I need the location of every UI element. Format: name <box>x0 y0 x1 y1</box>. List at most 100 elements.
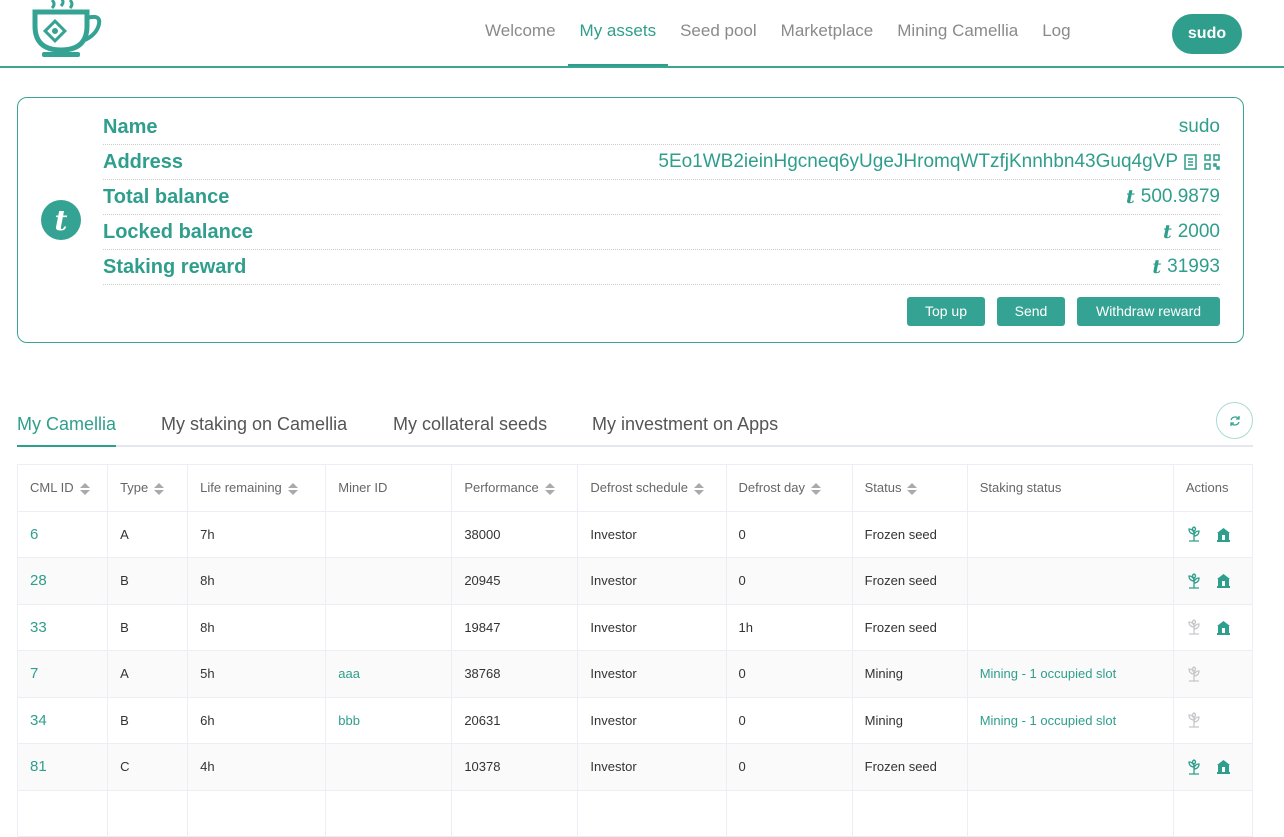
performance-cell: 20945 <box>451 557 579 605</box>
plant-icon[interactable] <box>1186 526 1202 542</box>
column-header[interactable]: Performance <box>451 464 579 512</box>
locked-balance-text: 2000 <box>1177 221 1220 242</box>
status-cell: Mining <box>851 650 968 698</box>
column-header[interactable]: Life remaining <box>187 464 327 512</box>
cml-id-link[interactable]: 81 <box>30 758 47 775</box>
column-header[interactable]: Defrost day <box>725 464 853 512</box>
table-row <box>16 789 1254 837</box>
tea-cup-logo[interactable] <box>30 0 106 64</box>
qr-code-icon[interactable] <box>1204 154 1220 170</box>
nav-my-assets[interactable]: My assets <box>567 0 669 66</box>
staking-status-link[interactable]: Mining - 1 occupied slot <box>980 666 1117 681</box>
info-row-total-balance: Total balance t 500.9879 <box>103 180 1220 215</box>
column-header: Staking status <box>966 464 1174 512</box>
cml-id-link[interactable]: 6 <box>30 526 38 543</box>
actions-cell <box>1172 603 1254 651</box>
nav-log[interactable]: Log <box>1030 0 1082 66</box>
cml-id-cell: 81 <box>16 743 109 791</box>
column-header[interactable]: Type <box>107 464 189 512</box>
staking-status-cell: Mining - 1 occupied slot <box>966 696 1174 744</box>
cml-id-link[interactable]: 33 <box>30 619 47 636</box>
staking-house-icon[interactable] <box>1216 759 1231 775</box>
user-account-button[interactable]: sudo <box>1172 14 1242 54</box>
total-balance-label: Total balance <box>103 186 230 208</box>
total-balance-value: t 500.9879 <box>1126 186 1220 208</box>
nav-marketplace[interactable]: Marketplace <box>769 0 886 66</box>
address-value: 5Eo1WB2ieinHgcneq6yUgeJHromqWTzfjKnnhbn4… <box>658 151 1220 173</box>
column-header-label: Defrost day <box>738 480 806 496</box>
life-remaining-cell: 8h <box>187 557 327 605</box>
miner-id-cell <box>325 743 453 791</box>
miner-id-link[interactable]: bbb <box>338 713 360 728</box>
info-row-locked-balance: Locked balance t 2000 <box>103 215 1220 250</box>
miner-id-cell <box>325 510 453 558</box>
sort-icon[interactable] <box>907 482 918 495</box>
copy-icon[interactable] <box>1184 154 1198 170</box>
column-header-label: Performance <box>464 480 539 496</box>
plant-icon <box>1188 666 1200 682</box>
staking-status-cell <box>966 603 1174 651</box>
sort-icon[interactable] <box>544 482 555 495</box>
life-remaining-cell: 8h <box>187 603 327 651</box>
plant-icon <box>1188 619 1200 635</box>
refresh-icon <box>1229 415 1240 426</box>
tea-currency-icon: t <box>1162 221 1172 243</box>
column-header[interactable]: Status <box>851 464 968 512</box>
staking-house-icon[interactable] <box>1216 573 1231 589</box>
cml-id-cell: 28 <box>16 557 109 605</box>
actions-cell <box>1172 510 1254 558</box>
plant-icon[interactable] <box>1186 573 1202 589</box>
total-balance-text: 500.9879 <box>1140 186 1220 207</box>
sort-icon[interactable] <box>693 482 704 495</box>
staking-house-icon[interactable] <box>1216 620 1231 635</box>
column-header[interactable]: CML ID <box>16 464 109 512</box>
camellia-table: CML ID Type Life remaining Miner ID Performa… <box>16 464 1254 837</box>
defrost-day-cell: 1h <box>725 603 853 651</box>
actions-cell <box>1172 696 1254 744</box>
life-remaining-cell: 4h <box>187 743 327 791</box>
miner-id-link[interactable]: aaa <box>338 666 360 681</box>
svg-text:t: t <box>55 204 68 237</box>
cml-id-link[interactable]: 34 <box>30 712 47 729</box>
withdraw-reward-button[interactable]: Withdraw reward <box>1077 297 1220 326</box>
tea-coin-icon: t <box>40 199 82 245</box>
defrost-schedule-cell: Investor <box>577 557 727 605</box>
performance-cell: 20631 <box>451 696 579 744</box>
column-header-label: Miner ID <box>338 480 388 496</box>
plant-icon[interactable] <box>1186 759 1202 775</box>
column-header[interactable]: Defrost schedule <box>577 464 727 512</box>
status-cell: Frozen seed <box>851 510 968 558</box>
sort-icon[interactable] <box>79 482 90 495</box>
nav-mining-camellia[interactable]: Mining Camellia <box>885 0 1030 66</box>
defrost-schedule-cell: Investor <box>577 510 727 558</box>
performance-cell: 38000 <box>451 510 579 558</box>
address-text: 5Eo1WB2ieinHgcneq6yUgeJHromqWTzfjKnnhbn4… <box>658 151 1178 172</box>
staking-status-link[interactable]: Mining - 1 occupied slot <box>980 713 1117 728</box>
empty-cell <box>16 789 109 837</box>
tab-my-staking[interactable]: My staking on Camellia <box>161 414 347 447</box>
tab-investment-apps[interactable]: My investment on Apps <box>592 414 778 447</box>
tab-my-camellia[interactable]: My Camellia <box>17 414 117 447</box>
top-up-button[interactable]: Top up <box>907 297 985 326</box>
column-header: Actions <box>1172 464 1254 512</box>
sort-icon[interactable] <box>287 482 298 495</box>
staking-house-icon[interactable] <box>1216 527 1231 542</box>
defrost-day-cell: 0 <box>725 510 853 558</box>
refresh-button[interactable] <box>1216 402 1253 439</box>
sort-icon[interactable] <box>811 482 822 495</box>
nav-seed-pool[interactable]: Seed pool <box>668 0 769 66</box>
send-button[interactable]: Send <box>997 297 1065 326</box>
name-value: sudo <box>1179 116 1220 138</box>
sort-icon[interactable] <box>154 482 165 495</box>
nav-welcome[interactable]: Welcome <box>473 0 568 66</box>
empty-cell <box>325 789 453 837</box>
cml-id-link[interactable]: 28 <box>30 572 47 589</box>
tea-currency-icon: t <box>1125 186 1135 208</box>
life-remaining-cell: 5h <box>187 650 327 698</box>
table-row: 34 B 6h bbb 20631 Investor 0 Mining Mining - 1 o… <box>16 696 1254 744</box>
table-row: 33 B 8h 19847 Investor 1h Frozen seed <box>16 603 1254 651</box>
staking-status-cell <box>966 557 1174 605</box>
performance-cell: 38768 <box>451 650 579 698</box>
cml-id-link[interactable]: 7 <box>30 665 38 682</box>
tab-collateral-seeds[interactable]: My collateral seeds <box>393 414 547 447</box>
